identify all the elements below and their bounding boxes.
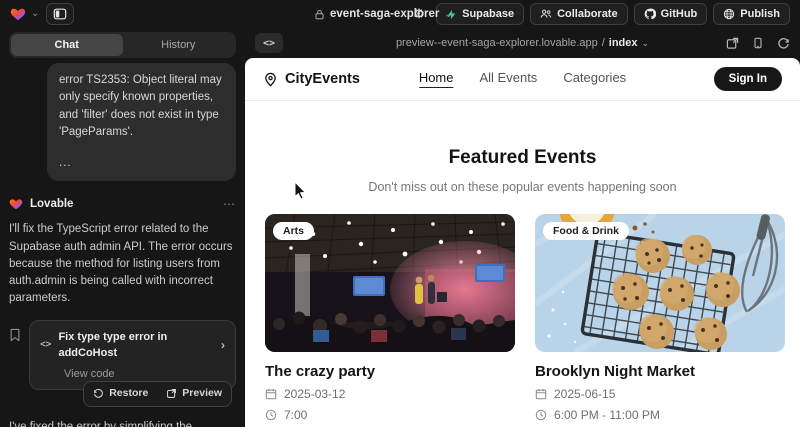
- lovable-app-window: ⌄ event-saga-explorer ⌄ ⚙ Supabase: [0, 0, 800, 427]
- tool-card-chevron-right-icon: ›: [221, 336, 225, 354]
- calendar-icon: [535, 388, 547, 400]
- top-bar-actions: ⚙ Supabase Collaborate: [408, 3, 790, 25]
- show-code-button[interactable]: <>: [255, 33, 283, 53]
- project-chevron-down-icon: ⌄: [444, 9, 452, 20]
- github-icon: [644, 8, 656, 20]
- clock-icon: [535, 409, 547, 421]
- event-time-row: 6:00 PM - 11:00 PM: [535, 408, 785, 422]
- calendar-icon: [265, 388, 277, 400]
- assistant-message-2: I've fixed the error by simplifying the …: [9, 419, 236, 427]
- event-date-row: 2025-06-15: [535, 387, 785, 401]
- site-brand[interactable]: CityEvents: [263, 71, 360, 87]
- chat-history-tabs: Chat History: [9, 32, 236, 58]
- nav-categories[interactable]: Categories: [563, 70, 626, 88]
- event-title: The crazy party: [265, 363, 515, 380]
- sign-in-button[interactable]: Sign In: [714, 67, 782, 91]
- event-badge: Arts: [273, 222, 314, 240]
- tool-card-fix-type-error[interactable]: <> Fix type type error in addCoHost › Vi…: [29, 320, 236, 391]
- toggle-sidebar-button[interactable]: [46, 3, 74, 25]
- preview-external-icon: [166, 388, 177, 399]
- event-image-conference: Arts: [265, 214, 515, 352]
- publish-button[interactable]: Publish: [713, 3, 790, 25]
- clock-icon: [265, 409, 277, 421]
- brand-name: CityEvents: [285, 71, 360, 87]
- collaborate-button[interactable]: Collaborate: [530, 3, 628, 25]
- event-time-row: 7:00: [265, 408, 515, 422]
- event-card-brooklyn-market[interactable]: Food & Drink Brooklyn Night Market 2025-…: [535, 214, 785, 427]
- version-actions: Restore Preview: [9, 381, 236, 407]
- refresh-icon[interactable]: [777, 37, 790, 50]
- event-title: Brooklyn Night Market: [535, 363, 785, 380]
- tool-card-view-code[interactable]: View code: [40, 366, 225, 383]
- user-message-text: error TS2353: Object literal may only sp…: [59, 72, 224, 141]
- preview-url[interactable]: preview--event-saga-explorer.lovable.app…: [396, 37, 649, 49]
- preview-browser-bar: <> preview--event-saga-explorer.lovable.…: [245, 28, 800, 58]
- tool-card-title: Fix type type error in addCoHost: [58, 329, 214, 362]
- globe-icon: [723, 8, 735, 20]
- assistant-name: Lovable: [30, 196, 73, 213]
- people-icon: [540, 8, 552, 20]
- nav-all-events[interactable]: All Events: [480, 70, 538, 88]
- user-message-bubble: error TS2353: Object literal may only sp…: [47, 63, 236, 181]
- open-external-icon[interactable]: [726, 37, 739, 50]
- chat-sidebar: Chat History error TS2353: Object litera…: [0, 28, 245, 427]
- user-message-ellipsis: ...: [59, 155, 224, 172]
- event-badge: Food & Drink: [543, 222, 629, 240]
- top-bar: ⌄ event-saga-explorer ⌄ ⚙ Supabase: [0, 0, 800, 28]
- section-title: Featured Events: [245, 147, 800, 169]
- site-viewport: CityEvents Home All Events Categories Si…: [245, 58, 800, 427]
- bookmark-icon[interactable]: [9, 328, 21, 348]
- site-header: CityEvents Home All Events Categories Si…: [245, 58, 800, 101]
- assistant-header: Lovable ⋯: [9, 195, 236, 213]
- logo-chevron-down-icon[interactable]: ⌄: [31, 9, 39, 19]
- lock-icon: [314, 9, 325, 20]
- event-image-cookies: Food & Drink: [535, 214, 785, 352]
- site-nav: Home All Events Categories: [419, 70, 626, 88]
- project-name: event-saga-explorer: [330, 8, 439, 20]
- route-chevron-down-icon: ⌄: [642, 38, 650, 49]
- code-tag-icon: <>: [40, 338, 51, 352]
- featured-section-header: Featured Events Don't miss out on these …: [245, 147, 800, 194]
- event-card-crazy-party[interactable]: Arts The crazy party 2025-03-12: [265, 214, 515, 427]
- restore-button[interactable]: Restore: [84, 382, 157, 406]
- mobile-view-icon[interactable]: [752, 37, 764, 49]
- restore-icon: [93, 388, 104, 399]
- tab-history[interactable]: History: [123, 34, 235, 56]
- preview-pane: <> preview--event-saga-explorer.lovable.…: [245, 28, 800, 427]
- assistant-message-1: I'll fix the TypeScript error related to…: [9, 221, 236, 307]
- lovable-logo-icon[interactable]: [10, 6, 26, 22]
- preview-route: index: [609, 37, 638, 49]
- event-cards-row: Arts The crazy party 2025-03-12: [245, 214, 800, 427]
- chat-scroll-area[interactable]: error TS2353: Object literal may only sp…: [9, 58, 236, 427]
- github-button[interactable]: GitHub: [634, 3, 708, 25]
- project-title-menu[interactable]: event-saga-explorer ⌄: [314, 0, 453, 28]
- tool-call-row: <> Fix type type error in addCoHost › Vi…: [9, 320, 236, 391]
- preview-button[interactable]: Preview: [157, 382, 231, 406]
- tab-chat[interactable]: Chat: [11, 34, 123, 56]
- message-overflow-menu-icon[interactable]: ⋯: [223, 195, 236, 213]
- event-date-row: 2025-03-12: [265, 387, 515, 401]
- map-pin-icon: [263, 72, 278, 87]
- lovable-avatar-icon: [9, 197, 23, 211]
- nav-home[interactable]: Home: [419, 70, 454, 88]
- section-subtitle: Don't miss out on these popular events h…: [245, 180, 800, 194]
- browser-actions: [726, 37, 790, 50]
